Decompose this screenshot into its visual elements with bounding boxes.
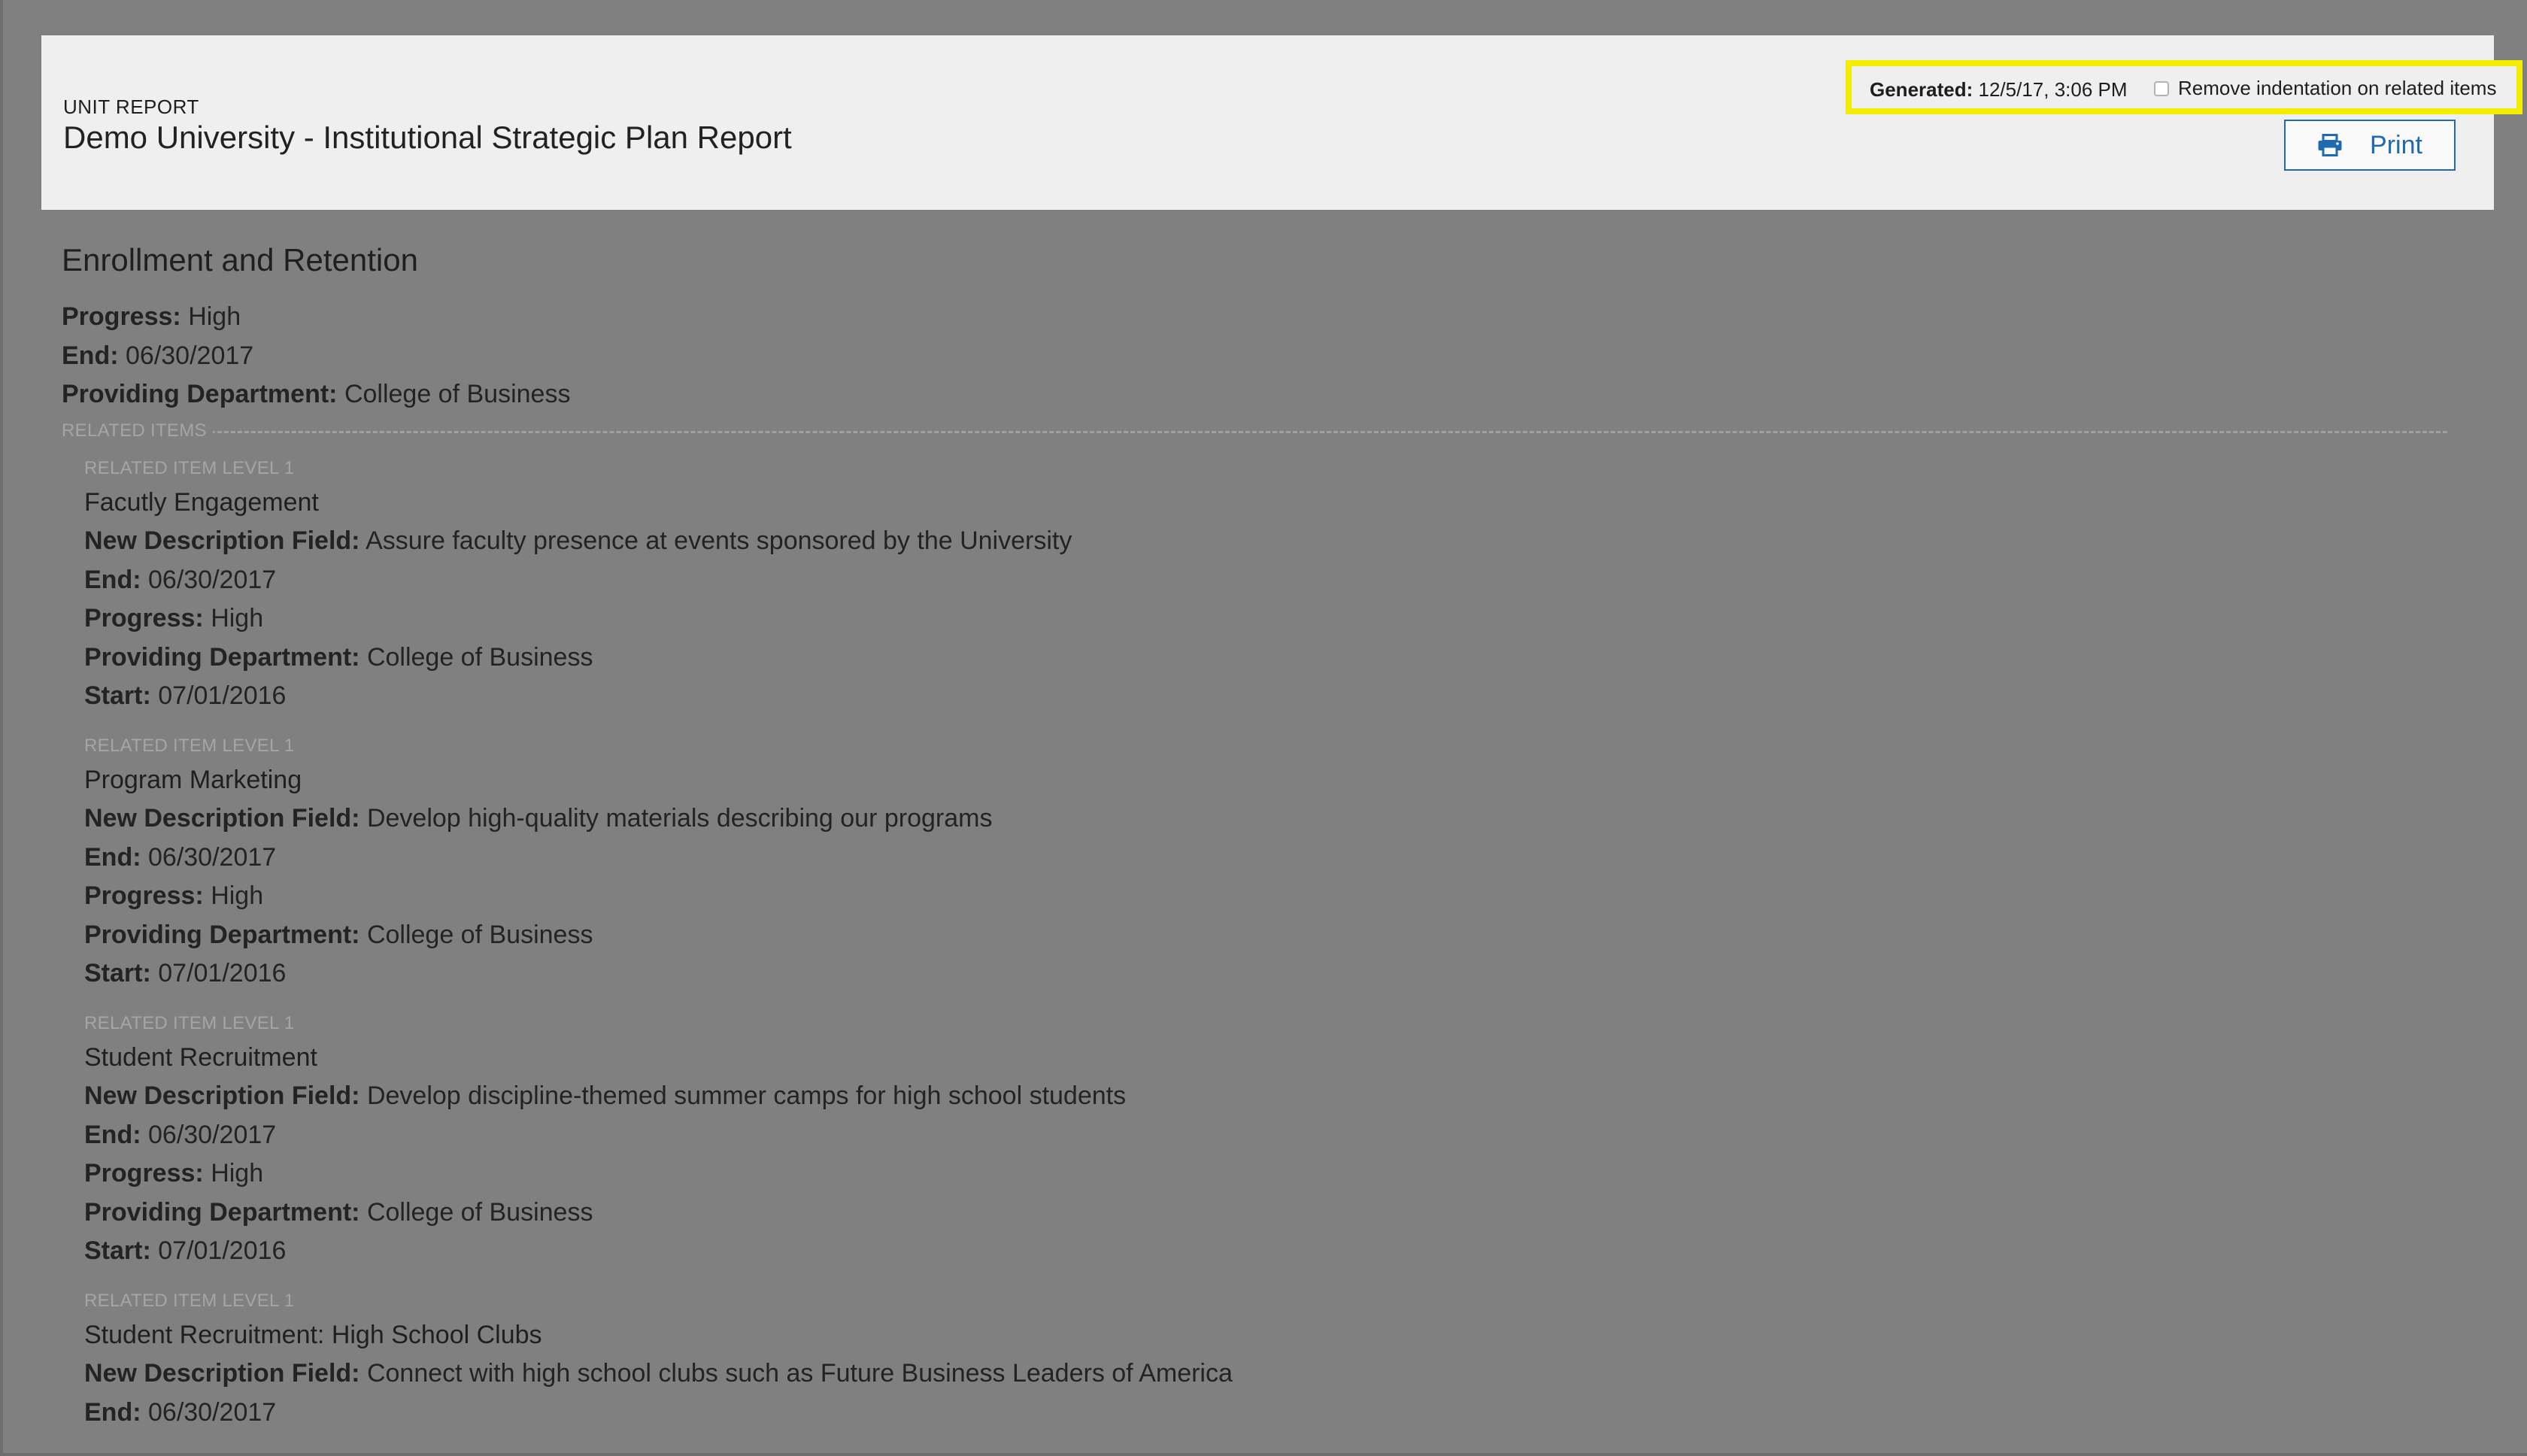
field-value: 07/01/2016 — [158, 959, 287, 987]
field-value: High — [211, 604, 264, 632]
field-value: College of Business — [344, 380, 571, 408]
field-progress: Progress: High — [84, 599, 2468, 639]
field-value: Develop high-quality materials describin… — [366, 804, 993, 833]
field-label: New Description Field: — [84, 526, 360, 555]
field-new-description: New Description Field: Develop high-qual… — [84, 799, 2468, 839]
field-value: 06/30/2017 — [126, 341, 254, 370]
report-type-label: UNIT REPORT — [63, 96, 199, 118]
generated-label: Generated: — [1870, 78, 1973, 101]
field-label: End: — [62, 341, 119, 370]
field-value: 07/01/2016 — [158, 1236, 287, 1265]
field-label: Providing Department: — [84, 642, 360, 672]
section-title: Enrollment and Retention — [62, 242, 418, 278]
related-items-divider: RELATED ITEMS — [62, 417, 2468, 444]
field-value: 06/30/2017 — [148, 842, 277, 872]
related-item-level: RELATED ITEM LEVEL 1 — [84, 1012, 295, 1033]
field-start: Start: 07/01/2016 — [84, 954, 2468, 993]
related-item: RELATED ITEM LEVEL 1 Facutly Engagement … — [84, 453, 2468, 716]
report-content: Enrollment and Retention Progress: High … — [62, 238, 2468, 1447]
page-title: Demo University - Institutional Strategi… — [63, 120, 792, 155]
related-item: RELATED ITEM LEVEL 1 Student Recruitment… — [84, 1009, 2468, 1271]
field-label: End: — [84, 1397, 141, 1427]
report-page: UNIT REPORT Demo University - Institutio… — [0, 0, 2527, 1456]
field-providing-department: Providing Department: College of Busines… — [84, 1194, 2468, 1233]
field-progress: Progress: High — [62, 298, 2468, 337]
field-end: End: 06/30/2017 — [84, 1116, 2468, 1155]
field-new-description: New Description Field: Assure faculty pr… — [84, 522, 2468, 561]
field-providing-department: Providing Department: College of Busines… — [84, 639, 2468, 678]
field-end: End: 06/30/2017 — [62, 337, 2468, 376]
field-end: End: 06/30/2017 — [84, 839, 2468, 878]
field-label: Start: — [84, 959, 151, 987]
field-label: Start: — [84, 1236, 151, 1265]
related-item: RELATED ITEM LEVEL 1 Student Recruitment… — [84, 1286, 2468, 1433]
field-providing-department: Providing Department: College of Busines… — [84, 916, 2468, 955]
field-providing-department: Providing Department: College of Busines… — [62, 375, 2468, 414]
field-new-description: New Description Field: Connect with high… — [84, 1354, 2468, 1394]
field-label: End: — [84, 1120, 141, 1149]
field-label: Start: — [84, 681, 151, 710]
field-value: High — [211, 1159, 264, 1188]
field-value: College of Business — [366, 920, 593, 949]
field-label: New Description Field: — [84, 1359, 360, 1388]
report-header: UNIT REPORT Demo University - Institutio… — [41, 35, 2522, 210]
field-label: Progress: — [84, 881, 204, 910]
field-label: End: — [84, 842, 141, 872]
field-label: Progress: — [62, 302, 181, 331]
related-item-level: RELATED ITEM LEVEL 1 — [84, 735, 295, 756]
field-label: Progress: — [84, 1159, 204, 1188]
field-progress: Progress: High — [84, 877, 2468, 916]
related-item-title: Student Recruitment — [84, 1042, 317, 1072]
field-value: College of Business — [366, 642, 593, 672]
field-value: 06/30/2017 — [148, 565, 277, 594]
field-start: Start: 07/01/2016 — [84, 1232, 2468, 1271]
field-value: College of Business — [366, 1197, 593, 1227]
field-label: New Description Field: — [84, 804, 360, 833]
field-value: Develop discipline-themed summer camps f… — [366, 1081, 1127, 1110]
field-progress: Progress: High — [84, 1154, 2468, 1194]
field-label: Providing Department: — [84, 920, 360, 949]
field-value: High — [211, 881, 264, 910]
field-value: 06/30/2017 — [148, 1120, 277, 1149]
generated-timestamp: Generated: 12/5/17, 3:06 PM — [1870, 78, 2128, 102]
remove-indentation-label[interactable]: Remove indentation on related items — [2178, 77, 2496, 100]
field-end: End: 06/30/2017 — [84, 561, 2468, 600]
field-label: End: — [84, 565, 141, 594]
highlighted-controls: Generated: 12/5/17, 3:06 PM Remove inden… — [1846, 60, 2522, 114]
related-item-level: RELATED ITEM LEVEL 1 — [84, 1290, 295, 1311]
related-item-title: Facutly Engagement — [84, 487, 319, 517]
field-value: High — [188, 302, 241, 331]
field-start: Start: 07/01/2016 — [84, 677, 2468, 716]
print-label[interactable]: Print — [2370, 131, 2422, 160]
related-items-label: RELATED ITEMS — [62, 420, 213, 441]
field-label: Progress: — [84, 604, 204, 632]
field-value: 07/01/2016 — [158, 681, 287, 710]
field-value: 06/30/2017 — [148, 1397, 277, 1427]
generated-value: 12/5/17, 3:06 PM — [1978, 78, 2128, 101]
related-item-level: RELATED ITEM LEVEL 1 — [84, 457, 295, 478]
remove-indentation-toggle[interactable]: Remove indentation on related items — [2154, 77, 2496, 100]
related-item-title: Student Recruitment: High School Clubs — [84, 1320, 542, 1349]
field-value: Connect with high school clubs such as F… — [366, 1359, 1233, 1388]
field-label: Providing Department: — [84, 1197, 360, 1227]
print-button[interactable]: Print — [2284, 120, 2456, 171]
remove-indentation-checkbox[interactable] — [2154, 80, 2169, 96]
field-label: Providing Department: — [62, 380, 338, 408]
field-value: Assure faculty presence at events sponso… — [366, 526, 1072, 555]
field-end: End: 06/30/2017 — [84, 1394, 2468, 1433]
field-label: New Description Field: — [84, 1081, 360, 1110]
related-item-title: Program Marketing — [84, 765, 302, 794]
field-new-description: New Description Field: Develop disciplin… — [84, 1077, 2468, 1116]
dashed-divider — [62, 430, 2447, 433]
related-item: RELATED ITEM LEVEL 1 Program Marketing N… — [84, 731, 2468, 993]
printer-icon — [2317, 134, 2343, 156]
